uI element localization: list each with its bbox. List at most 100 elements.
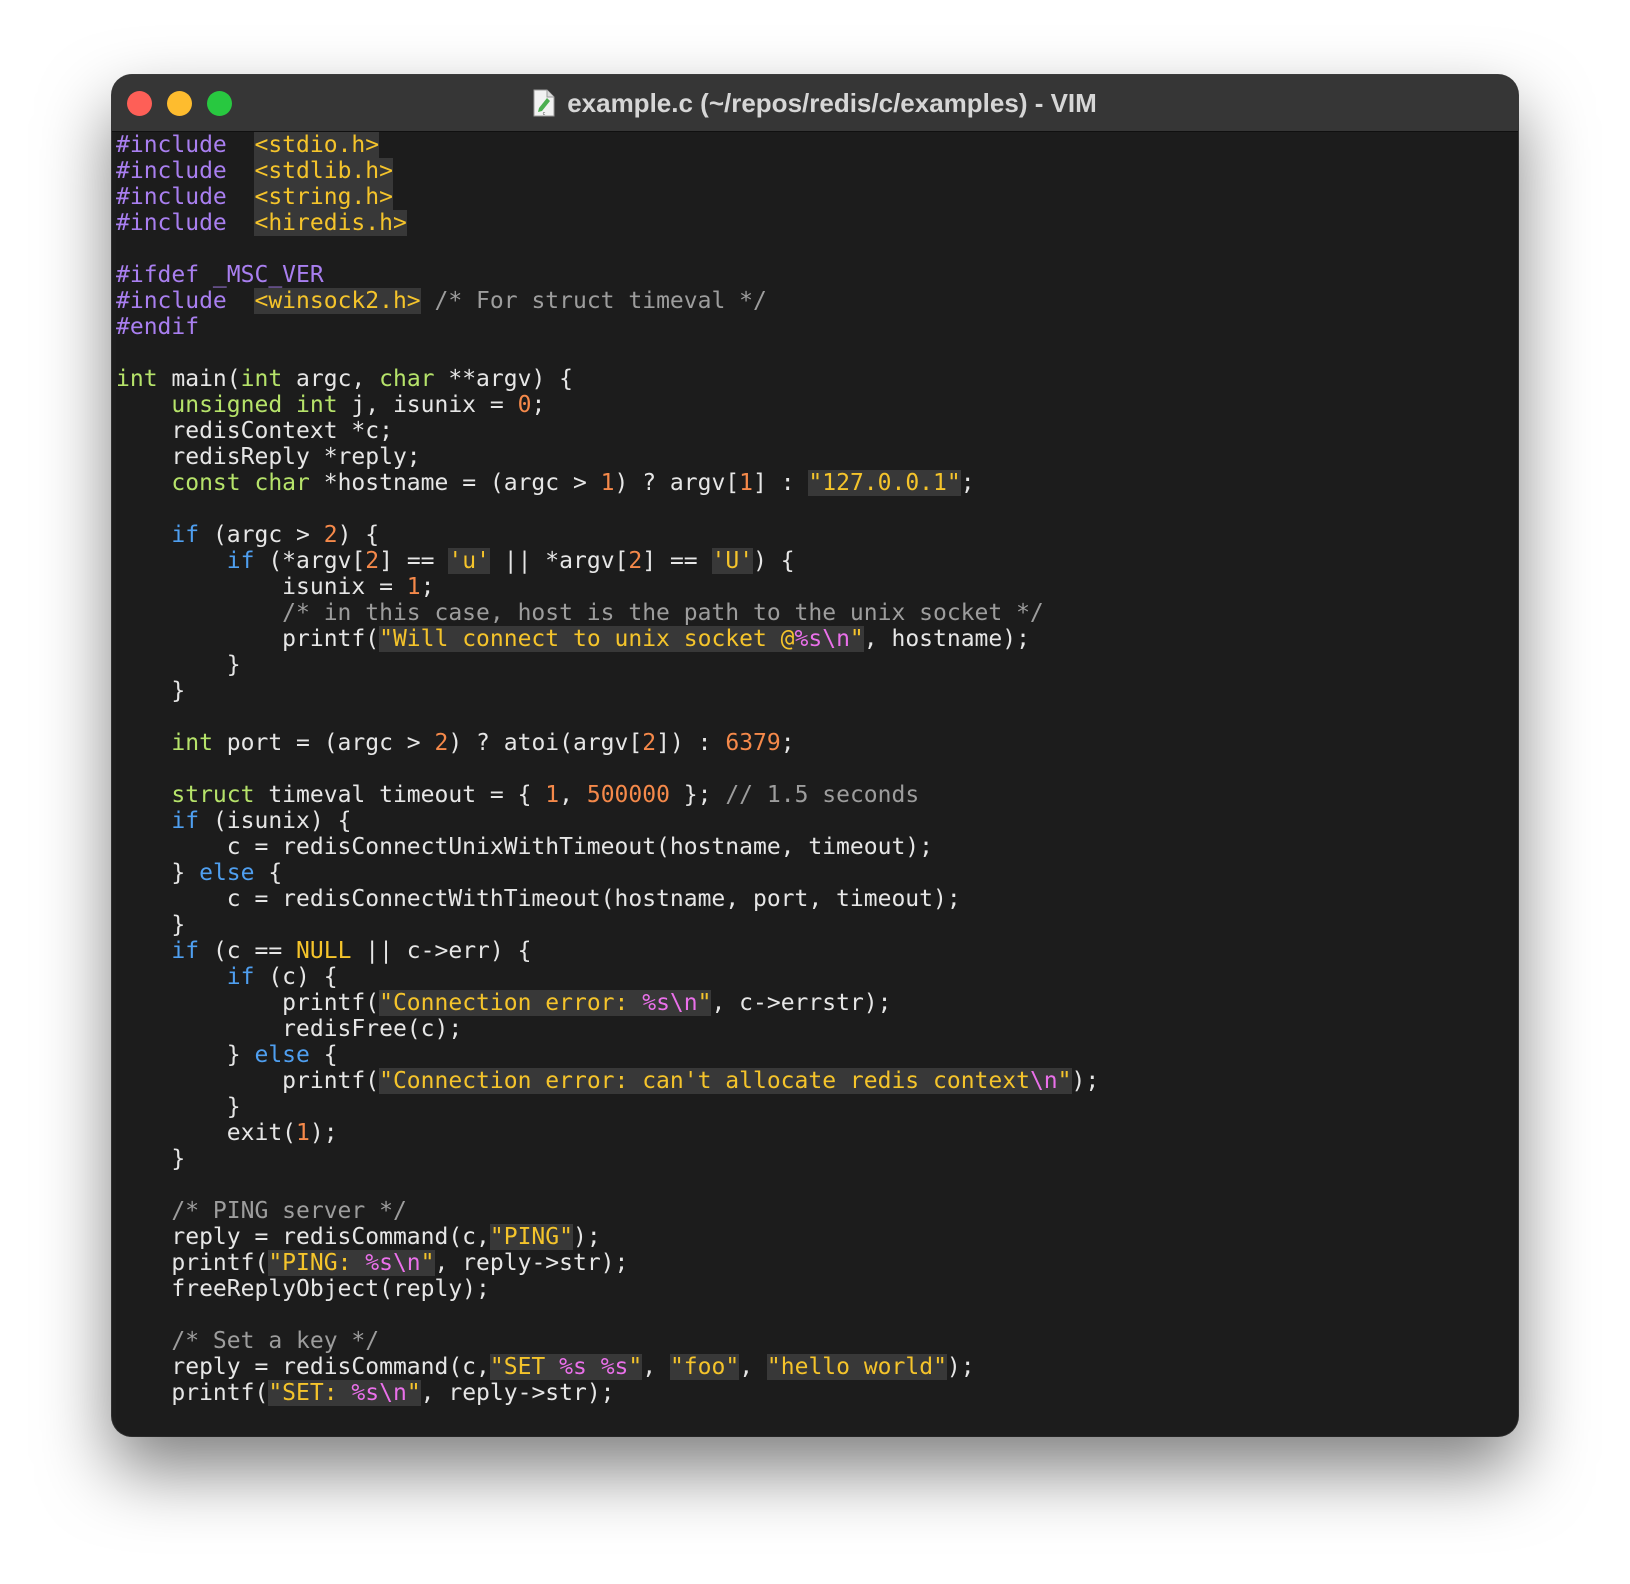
code-line[interactable]: redisReply *reply; — [116, 444, 1518, 470]
code-line[interactable]: #include <string.h> — [116, 184, 1518, 210]
string-token: " — [849, 626, 864, 652]
code-line[interactable]: #include <winsock2.h> /* For struct time… — [116, 288, 1518, 314]
code-text: reply = redisCommand(c, — [116, 1224, 490, 1250]
code-line[interactable]: if (argc > 2) { — [116, 522, 1518, 548]
string-token: "Will connect to unix socket @ — [379, 626, 795, 652]
code-line[interactable]: } else { — [116, 860, 1518, 886]
code-text: main( — [157, 366, 241, 392]
code-line[interactable]: } — [116, 1094, 1518, 1120]
code-line[interactable] — [116, 704, 1518, 730]
code-line[interactable]: } — [116, 678, 1518, 704]
code-line[interactable]: if (*argv[2] == 'u' || *argv[2] == 'U') … — [116, 548, 1518, 574]
code-text: exit( — [116, 1120, 297, 1146]
keyword-token: if — [171, 808, 200, 834]
code-text: } — [116, 1042, 255, 1068]
code-text: , — [739, 1354, 767, 1380]
code-line[interactable]: reply = redisCommand(c,"PING"); — [116, 1224, 1518, 1250]
code-line[interactable]: redisFree(c); — [116, 1016, 1518, 1042]
number-token: 0 — [517, 392, 532, 418]
code-line[interactable]: printf("PING: %s\n", reply->str); — [116, 1250, 1518, 1276]
code-text: } — [116, 1094, 241, 1120]
code-line[interactable]: unsigned int j, isunix = 0; — [116, 392, 1518, 418]
code-line[interactable]: #include <stdio.h> — [116, 132, 1518, 158]
code-line[interactable] — [116, 340, 1518, 366]
code-line[interactable]: isunix = 1; — [116, 574, 1518, 600]
window-title: example.c (~/repos/redis/c/examples) - V… — [567, 87, 1097, 118]
code-line[interactable]: printf("Connection error: %s\n", c->errs… — [116, 990, 1518, 1016]
code-text: , — [642, 1354, 670, 1380]
code-text: ) { — [753, 548, 795, 574]
string-token — [586, 1354, 601, 1380]
code-line[interactable]: redisContext *c; — [116, 418, 1518, 444]
code-line[interactable]: #include <stdlib.h> — [116, 158, 1518, 184]
code-line[interactable]: int port = (argc > 2) ? atoi(argv[2]) : … — [116, 730, 1518, 756]
code-line[interactable] — [116, 756, 1518, 782]
code-text: ] == — [642, 548, 712, 574]
title-bar[interactable]: c example.c (~/repos/redis/c/examples) -… — [112, 75, 1518, 132]
string-token: "Connection error: can't allocate redis … — [379, 1068, 1030, 1094]
code-line[interactable]: c = redisConnectUnixWithTimeout(hostname… — [116, 834, 1518, 860]
code-line[interactable] — [116, 496, 1518, 522]
number-token: 2 — [628, 548, 643, 574]
code-line[interactable]: /* PING server */ — [116, 1198, 1518, 1224]
code-line[interactable]: /* Set a key */ — [116, 1328, 1518, 1354]
code-text: ) ? atoi(argv[ — [448, 730, 643, 756]
code-line[interactable]: reply = redisCommand(c,"SET %s %s", "foo… — [116, 1354, 1518, 1380]
preprocessor-token: #include — [116, 210, 227, 236]
code-line[interactable]: printf("Connection error: can't allocate… — [116, 1068, 1518, 1094]
code-line[interactable]: c = redisConnectWithTimeout(hostname, po… — [116, 886, 1518, 912]
code-line[interactable]: const char *hostname = (argc > 1) ? argv… — [116, 470, 1518, 496]
code-line[interactable]: } — [116, 652, 1518, 678]
comment-token: /* For struct timeval */ — [434, 288, 767, 314]
string-token: <string.h> — [254, 184, 393, 210]
code-buffer[interactable]: #include <stdio.h> #include <stdlib.h> #in… — [116, 132, 1518, 1406]
code-text: , — [559, 782, 587, 808]
code-text: , reply->str); — [420, 1380, 615, 1406]
code-text: c = redisConnectWithTimeout(hostname, po… — [116, 886, 961, 912]
code-line[interactable]: if (isunix) { — [116, 808, 1518, 834]
comment-token: // 1.5 seconds — [725, 782, 920, 808]
code-line[interactable]: struct timeval timeout = { 1, 500000 }; … — [116, 782, 1518, 808]
code-text: , hostname); — [863, 626, 1030, 652]
code-line[interactable]: #include <hiredis.h> — [116, 210, 1518, 236]
keyword-token: if — [171, 522, 200, 548]
code-text: timeval timeout = { — [254, 782, 546, 808]
code-line[interactable] — [116, 1302, 1518, 1328]
keyword-token: else — [254, 1042, 310, 1068]
string-token: "PING: — [268, 1250, 366, 1276]
preprocessor-token: #ifdef _MSC_VER — [116, 262, 324, 288]
keyword-token: if — [171, 938, 200, 964]
code-line[interactable]: #ifdef _MSC_VER — [116, 262, 1518, 288]
code-line[interactable]: } — [116, 912, 1518, 938]
type-token: const char — [171, 470, 310, 496]
code-line[interactable]: exit(1); — [116, 1120, 1518, 1146]
number-token: 2 — [323, 522, 338, 548]
code-line[interactable]: if (c) { — [116, 964, 1518, 990]
svg-text:c: c — [543, 111, 546, 117]
preprocessor-token: #include — [116, 158, 227, 184]
code-line[interactable]: if (c == NULL || c->err) { — [116, 938, 1518, 964]
type-token: int — [171, 730, 213, 756]
preprocessor-token: #include — [116, 132, 227, 158]
code-text: }; — [669, 782, 726, 808]
code-line[interactable]: #endif — [116, 314, 1518, 340]
code-line[interactable]: } — [116, 1146, 1518, 1172]
code-line[interactable]: } else { — [116, 1042, 1518, 1068]
code-line[interactable] — [116, 236, 1518, 262]
string-token: <winsock2.h> — [254, 288, 421, 314]
code-line[interactable]: int main(int argc, char **argv) { — [116, 366, 1518, 392]
code-line[interactable]: /* in this case, host is the path to the… — [116, 600, 1518, 626]
number-token: 2 — [642, 730, 657, 756]
code-line[interactable]: printf("SET: %s\n", reply->str); — [116, 1380, 1518, 1406]
code-editor[interactable]: #include <stdio.h> #include <stdlib.h> #in… — [116, 132, 1518, 1436]
string-token: <stdlib.h> — [254, 158, 393, 184]
code-text: } — [116, 678, 186, 704]
type-token: struct — [171, 782, 255, 808]
code-line[interactable]: printf("Will connect to unix socket @%s\… — [116, 626, 1518, 652]
code-line[interactable]: freeReplyObject(reply); — [116, 1276, 1518, 1302]
code-line[interactable] — [116, 1172, 1518, 1198]
